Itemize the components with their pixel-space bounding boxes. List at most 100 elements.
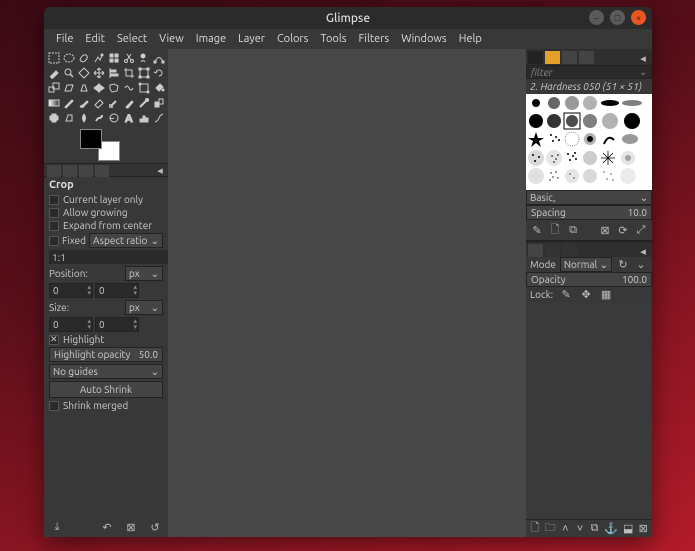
tool-flip[interactable] bbox=[92, 81, 106, 95]
input-pos-x[interactable]: 0▴▾ bbox=[49, 283, 93, 298]
tool-dodge[interactable] bbox=[107, 111, 121, 125]
brush-filter[interactable]: filter⌄ bbox=[526, 65, 652, 79]
tool-color-select[interactable] bbox=[107, 51, 121, 65]
tool-scale[interactable] bbox=[47, 81, 61, 95]
tool-clone[interactable] bbox=[152, 96, 166, 110]
tool-levels[interactable] bbox=[137, 111, 151, 125]
tab-patterns[interactable] bbox=[545, 51, 560, 64]
chk-highlight[interactable] bbox=[49, 335, 59, 345]
maximize-button[interactable]: □ bbox=[610, 10, 625, 25]
combo-guides[interactable]: No guides bbox=[49, 364, 163, 379]
tab-tool-options[interactable] bbox=[47, 165, 61, 177]
minimize-button[interactable]: – bbox=[589, 10, 604, 25]
merge-layer-icon[interactable]: ⬓ bbox=[623, 522, 633, 536]
tab-fonts[interactable] bbox=[562, 51, 577, 64]
chk-expand-center[interactable] bbox=[49, 221, 59, 231]
tool-airbrush[interactable] bbox=[107, 96, 121, 110]
new-group-icon[interactable]: 🗀 bbox=[545, 522, 556, 536]
tab-menu-icon[interactable]: ◂ bbox=[636, 51, 650, 65]
tool-align[interactable] bbox=[107, 66, 121, 80]
delete-layer-icon[interactable]: ⊠ bbox=[638, 522, 648, 536]
input-size-w[interactable]: 0▴▾ bbox=[49, 317, 93, 332]
close-button[interactable]: × bbox=[631, 10, 646, 25]
fg-bg-color[interactable] bbox=[80, 129, 120, 161]
mode-chevron-icon[interactable]: ⌄ bbox=[634, 258, 648, 272]
tool-measure[interactable] bbox=[77, 66, 91, 80]
chk-shrink-merged[interactable] bbox=[49, 401, 59, 411]
tool-bucket[interactable] bbox=[152, 81, 166, 95]
lock-pixels-icon[interactable]: ✎ bbox=[559, 288, 573, 302]
layers-menu-icon[interactable]: ◂ bbox=[636, 244, 650, 258]
open-as-image-icon[interactable]: ⤢ bbox=[634, 223, 648, 237]
tool-rect-select[interactable] bbox=[47, 51, 61, 65]
chk-allow-growing[interactable] bbox=[49, 208, 59, 218]
tool-cage[interactable] bbox=[107, 81, 121, 95]
tool-gradient[interactable] bbox=[47, 96, 61, 110]
tool-free-select[interactable] bbox=[77, 51, 91, 65]
menu-windows[interactable]: Windows bbox=[395, 31, 453, 47]
tool-ellipse-select[interactable] bbox=[62, 51, 76, 65]
restore-preset-icon[interactable]: ↶ bbox=[100, 520, 114, 534]
refresh-brush-icon[interactable]: ⟳ bbox=[616, 223, 630, 237]
tool-perspective[interactable] bbox=[77, 81, 91, 95]
duplicate-layer-icon[interactable]: ⧉ bbox=[590, 522, 600, 536]
lower-layer-icon[interactable]: ˅ bbox=[575, 522, 585, 536]
layers-list[interactable] bbox=[526, 302, 652, 519]
menu-help[interactable]: Help bbox=[453, 31, 488, 47]
tool-ink[interactable] bbox=[122, 96, 136, 110]
slider-highlight-opacity[interactable]: Highlight opacity 50.0 bbox=[49, 347, 163, 362]
menu-colors[interactable]: Colors bbox=[271, 31, 314, 47]
edit-brush-icon[interactable]: ✎ bbox=[530, 223, 544, 237]
tool-foreground-select[interactable] bbox=[137, 51, 151, 65]
tab-brushes[interactable] bbox=[528, 51, 543, 64]
tool-rotate[interactable] bbox=[152, 66, 166, 80]
tool-text[interactable]: A bbox=[122, 111, 136, 125]
tool-unified-transform[interactable] bbox=[137, 66, 151, 80]
tab-images[interactable] bbox=[95, 165, 109, 177]
menu-view[interactable]: View bbox=[153, 31, 190, 47]
duplicate-brush-icon[interactable]: ⧉ bbox=[566, 223, 580, 237]
tool-curves[interactable] bbox=[152, 111, 166, 125]
brush-preset-combo[interactable]: Basic, bbox=[526, 190, 652, 205]
tool-crop[interactable] bbox=[122, 66, 136, 80]
tool-zoom[interactable] bbox=[62, 66, 76, 80]
chk-fixed[interactable] bbox=[49, 236, 59, 246]
lock-alpha-icon[interactable]: ▦ bbox=[599, 288, 613, 302]
btn-auto-shrink[interactable]: Auto Shrink bbox=[49, 381, 163, 398]
tab-device-status[interactable] bbox=[63, 165, 77, 177]
anchor-layer-icon[interactable]: ⚓ bbox=[604, 522, 618, 536]
combo-fixed-mode[interactable]: Aspect ratio bbox=[89, 233, 163, 248]
tool-color-picker[interactable] bbox=[47, 66, 61, 80]
raise-layer-icon[interactable]: ˄ bbox=[561, 522, 571, 536]
menu-layer[interactable]: Layer bbox=[232, 31, 271, 47]
slider-spacing[interactable]: Spacing 10.0 bbox=[526, 205, 652, 220]
tool-handle-transform[interactable] bbox=[137, 81, 151, 95]
tool-paintbrush[interactable] bbox=[77, 96, 91, 110]
chk-current-layer[interactable] bbox=[49, 195, 59, 205]
delete-preset-icon[interactable]: ⊠ bbox=[124, 520, 138, 534]
menu-tools[interactable]: Tools bbox=[314, 31, 352, 47]
canvas-area[interactable] bbox=[168, 49, 526, 537]
titlebar[interactable]: Glimpse – □ × bbox=[44, 7, 652, 29]
tool-blur[interactable] bbox=[77, 111, 91, 125]
tab-paths[interactable] bbox=[562, 244, 577, 257]
tool-pencil[interactable] bbox=[62, 96, 76, 110]
lock-position-icon[interactable]: ✥ bbox=[579, 288, 593, 302]
combo-position-unit[interactable]: px bbox=[125, 266, 163, 281]
new-brush-icon[interactable]: 🗋 bbox=[548, 223, 562, 237]
menu-file[interactable]: File bbox=[50, 31, 79, 47]
tool-scissors[interactable] bbox=[122, 51, 136, 65]
tool-heal[interactable] bbox=[47, 111, 61, 125]
input-pos-y[interactable]: 0▴▾ bbox=[95, 283, 139, 298]
new-layer-icon[interactable]: 🗋 bbox=[530, 522, 540, 536]
menu-image[interactable]: Image bbox=[190, 31, 232, 47]
slider-opacity[interactable]: Opacity 100.0 bbox=[526, 272, 652, 287]
mode-switch-icon[interactable]: ↻ bbox=[616, 258, 630, 272]
tool-smudge[interactable] bbox=[92, 111, 106, 125]
brush-grid[interactable] bbox=[526, 94, 652, 190]
input-ratio[interactable] bbox=[49, 250, 184, 264]
menu-edit[interactable]: Edit bbox=[79, 31, 111, 47]
tool-mypaint[interactable] bbox=[137, 96, 151, 110]
tab-layers[interactable] bbox=[528, 244, 543, 257]
input-size-h[interactable]: 0▴▾ bbox=[95, 317, 139, 332]
